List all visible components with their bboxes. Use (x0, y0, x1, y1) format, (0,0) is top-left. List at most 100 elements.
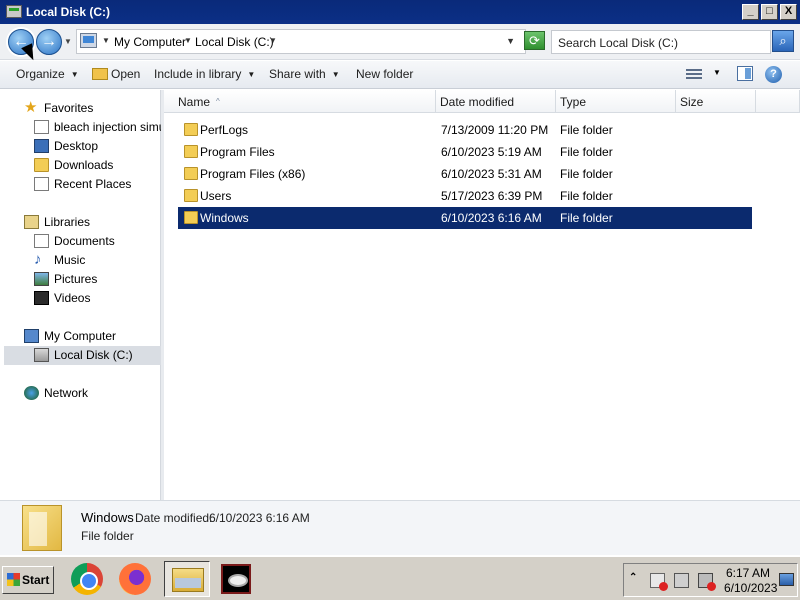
firefox-taskbar-button[interactable] (116, 561, 154, 597)
preview-pane-icon[interactable] (737, 66, 753, 81)
minimize-button[interactable]: _ (742, 4, 759, 20)
action-center-icon[interactable] (650, 573, 668, 591)
window-controls: _ □ X (742, 4, 797, 20)
network-status-icon[interactable] (674, 573, 689, 588)
sort-ascending-icon: ^ (216, 97, 220, 106)
nav-item-local-disk[interactable]: Local Disk (C:) (4, 346, 161, 365)
file-name: Users (200, 189, 232, 203)
nav-label: My Computer (44, 329, 117, 343)
organize-button[interactable]: Organize ▼ (16, 67, 79, 81)
pictures-icon (34, 272, 49, 286)
share-with-button[interactable]: Share with ▼ (269, 67, 340, 81)
explorer-taskbar-button[interactable] (164, 561, 210, 597)
details-date-value: 6/10/2023 6:16 AM (209, 511, 310, 525)
nav-label: Documents (54, 234, 115, 248)
drive-icon (34, 348, 49, 362)
search-icon: ⌕ (779, 33, 787, 48)
system-tray: ⌃ 6:17 AM 6/10/2023 (623, 563, 798, 597)
refresh-button[interactable]: ⟳ (524, 31, 545, 50)
chevron-right-icon[interactable]: ▼ (102, 36, 110, 45)
include-label: Include in library (154, 67, 242, 81)
drive-icon (6, 5, 22, 18)
file-row[interactable]: Program Files 6/10/2023 5:19 AM File fol… (178, 141, 752, 163)
nav-item-bleach[interactable]: bleach injection simula (34, 118, 161, 137)
column-header-size[interactable]: Size (676, 90, 756, 113)
nav-favorites[interactable]: ★ Favorites (24, 99, 161, 118)
clock-date[interactable]: 6/10/2023 (724, 581, 777, 595)
title-bar: Local Disk (C:) _ □ X (0, 0, 800, 24)
nav-item-music[interactable]: ♪ Music (34, 251, 161, 270)
forward-arrow-icon: → (41, 33, 57, 50)
forward-button[interactable]: → (36, 29, 62, 55)
breadcrumb[interactable]: ▼ My Computer ▼ Local Disk (C:) ▼ ▼ (76, 29, 526, 54)
column-label: Name (178, 95, 211, 109)
nav-item-desktop[interactable]: Desktop (34, 137, 161, 156)
search-button[interactable]: ⌕ (772, 30, 794, 52)
star-icon: ★ (24, 99, 38, 116)
file-row[interactable]: PerfLogs 7/13/2009 11:20 PM File folder (178, 119, 752, 141)
address-dropdown[interactable]: ▼ (506, 36, 515, 46)
nav-my-computer[interactable]: My Computer (24, 327, 161, 346)
nav-item-documents[interactable]: Documents (34, 232, 161, 251)
recent-pages-dropdown[interactable]: ▼ (64, 37, 72, 46)
chevron-right-icon[interactable]: ▼ (269, 36, 277, 45)
music-icon: ♪ (34, 251, 42, 268)
nav-label: Local Disk (C:) (54, 348, 133, 362)
large-folder-icon (22, 505, 62, 551)
file-list: Name ^ Date modified Type Size PerfLogs 7… (164, 90, 800, 500)
volume-muted-icon[interactable] (698, 573, 716, 591)
nav-label: Recent Places (54, 177, 132, 191)
nav-label: Libraries (44, 215, 91, 229)
search-input[interactable]: Search Local Disk (C:) (551, 30, 771, 54)
details-pane: Windows Date modified: 6/10/2023 6:16 AM… (0, 500, 800, 555)
show-desktop-icon[interactable] (779, 573, 794, 586)
breadcrumb-local-disk[interactable]: Local Disk (C:) (195, 35, 274, 49)
open-button[interactable]: Open (92, 67, 140, 81)
show-hidden-icons-icon[interactable]: ⌃ (629, 572, 637, 583)
file-date: 5/17/2023 6:39 PM (441, 189, 543, 203)
maximize-button[interactable]: □ (761, 4, 778, 20)
computer-icon (80, 33, 97, 48)
chevron-right-icon[interactable]: ▼ (184, 36, 192, 45)
column-header-date[interactable]: Date modified (436, 90, 556, 113)
chrome-taskbar-button[interactable] (68, 561, 106, 597)
nav-item-recent-places[interactable]: Recent Places (34, 175, 161, 194)
breadcrumb-my-computer[interactable]: My Computer (114, 35, 186, 49)
clock-time[interactable]: 6:17 AM (726, 566, 770, 580)
column-header-type[interactable]: Type (556, 90, 676, 113)
details-type: File folder (81, 529, 134, 543)
start-button[interactable]: Start (2, 566, 54, 594)
eye-app-taskbar-button[interactable] (218, 561, 256, 597)
nav-libraries[interactable]: Libraries (24, 213, 161, 232)
change-view-icon[interactable] (686, 67, 702, 81)
desktop-icon (34, 139, 49, 153)
help-icon[interactable]: ? (765, 66, 782, 83)
file-name: Program Files (x86) (200, 167, 306, 181)
nav-label: Network (44, 386, 89, 400)
include-in-library-button[interactable]: Include in library ▼ (154, 67, 255, 81)
new-folder-button[interactable]: New folder (356, 67, 413, 81)
nav-item-pictures[interactable]: Pictures (34, 270, 161, 289)
view-options-dropdown[interactable]: ▼ (713, 68, 721, 77)
document-icon (34, 120, 49, 134)
close-button[interactable]: X (780, 4, 797, 20)
file-row[interactable]: Program Files (x86) 6/10/2023 5:31 AM Fi… (178, 163, 752, 185)
firefox-icon (119, 563, 151, 595)
window-title: Local Disk (C:) (26, 5, 111, 19)
folder-icon (184, 123, 198, 136)
eye-app-icon (221, 564, 251, 594)
recent-places-icon (34, 177, 49, 191)
windows-logo-icon (7, 573, 20, 586)
nav-label: Downloads (54, 158, 114, 172)
file-type: File folder (560, 189, 613, 203)
file-row[interactable]: Users 5/17/2023 6:39 PM File folder (178, 185, 752, 207)
nav-item-videos[interactable]: Videos (34, 289, 161, 308)
file-name: Windows (200, 211, 249, 225)
file-row-selected[interactable]: Windows 6/10/2023 6:16 AM File folder (178, 207, 752, 229)
file-type: File folder (560, 167, 613, 181)
file-name: Program Files (200, 145, 275, 159)
open-folder-icon (92, 68, 108, 80)
column-header-name[interactable]: Name ^ (164, 90, 436, 113)
nav-network[interactable]: Network (24, 384, 161, 403)
nav-item-downloads[interactable]: Downloads (34, 156, 161, 175)
